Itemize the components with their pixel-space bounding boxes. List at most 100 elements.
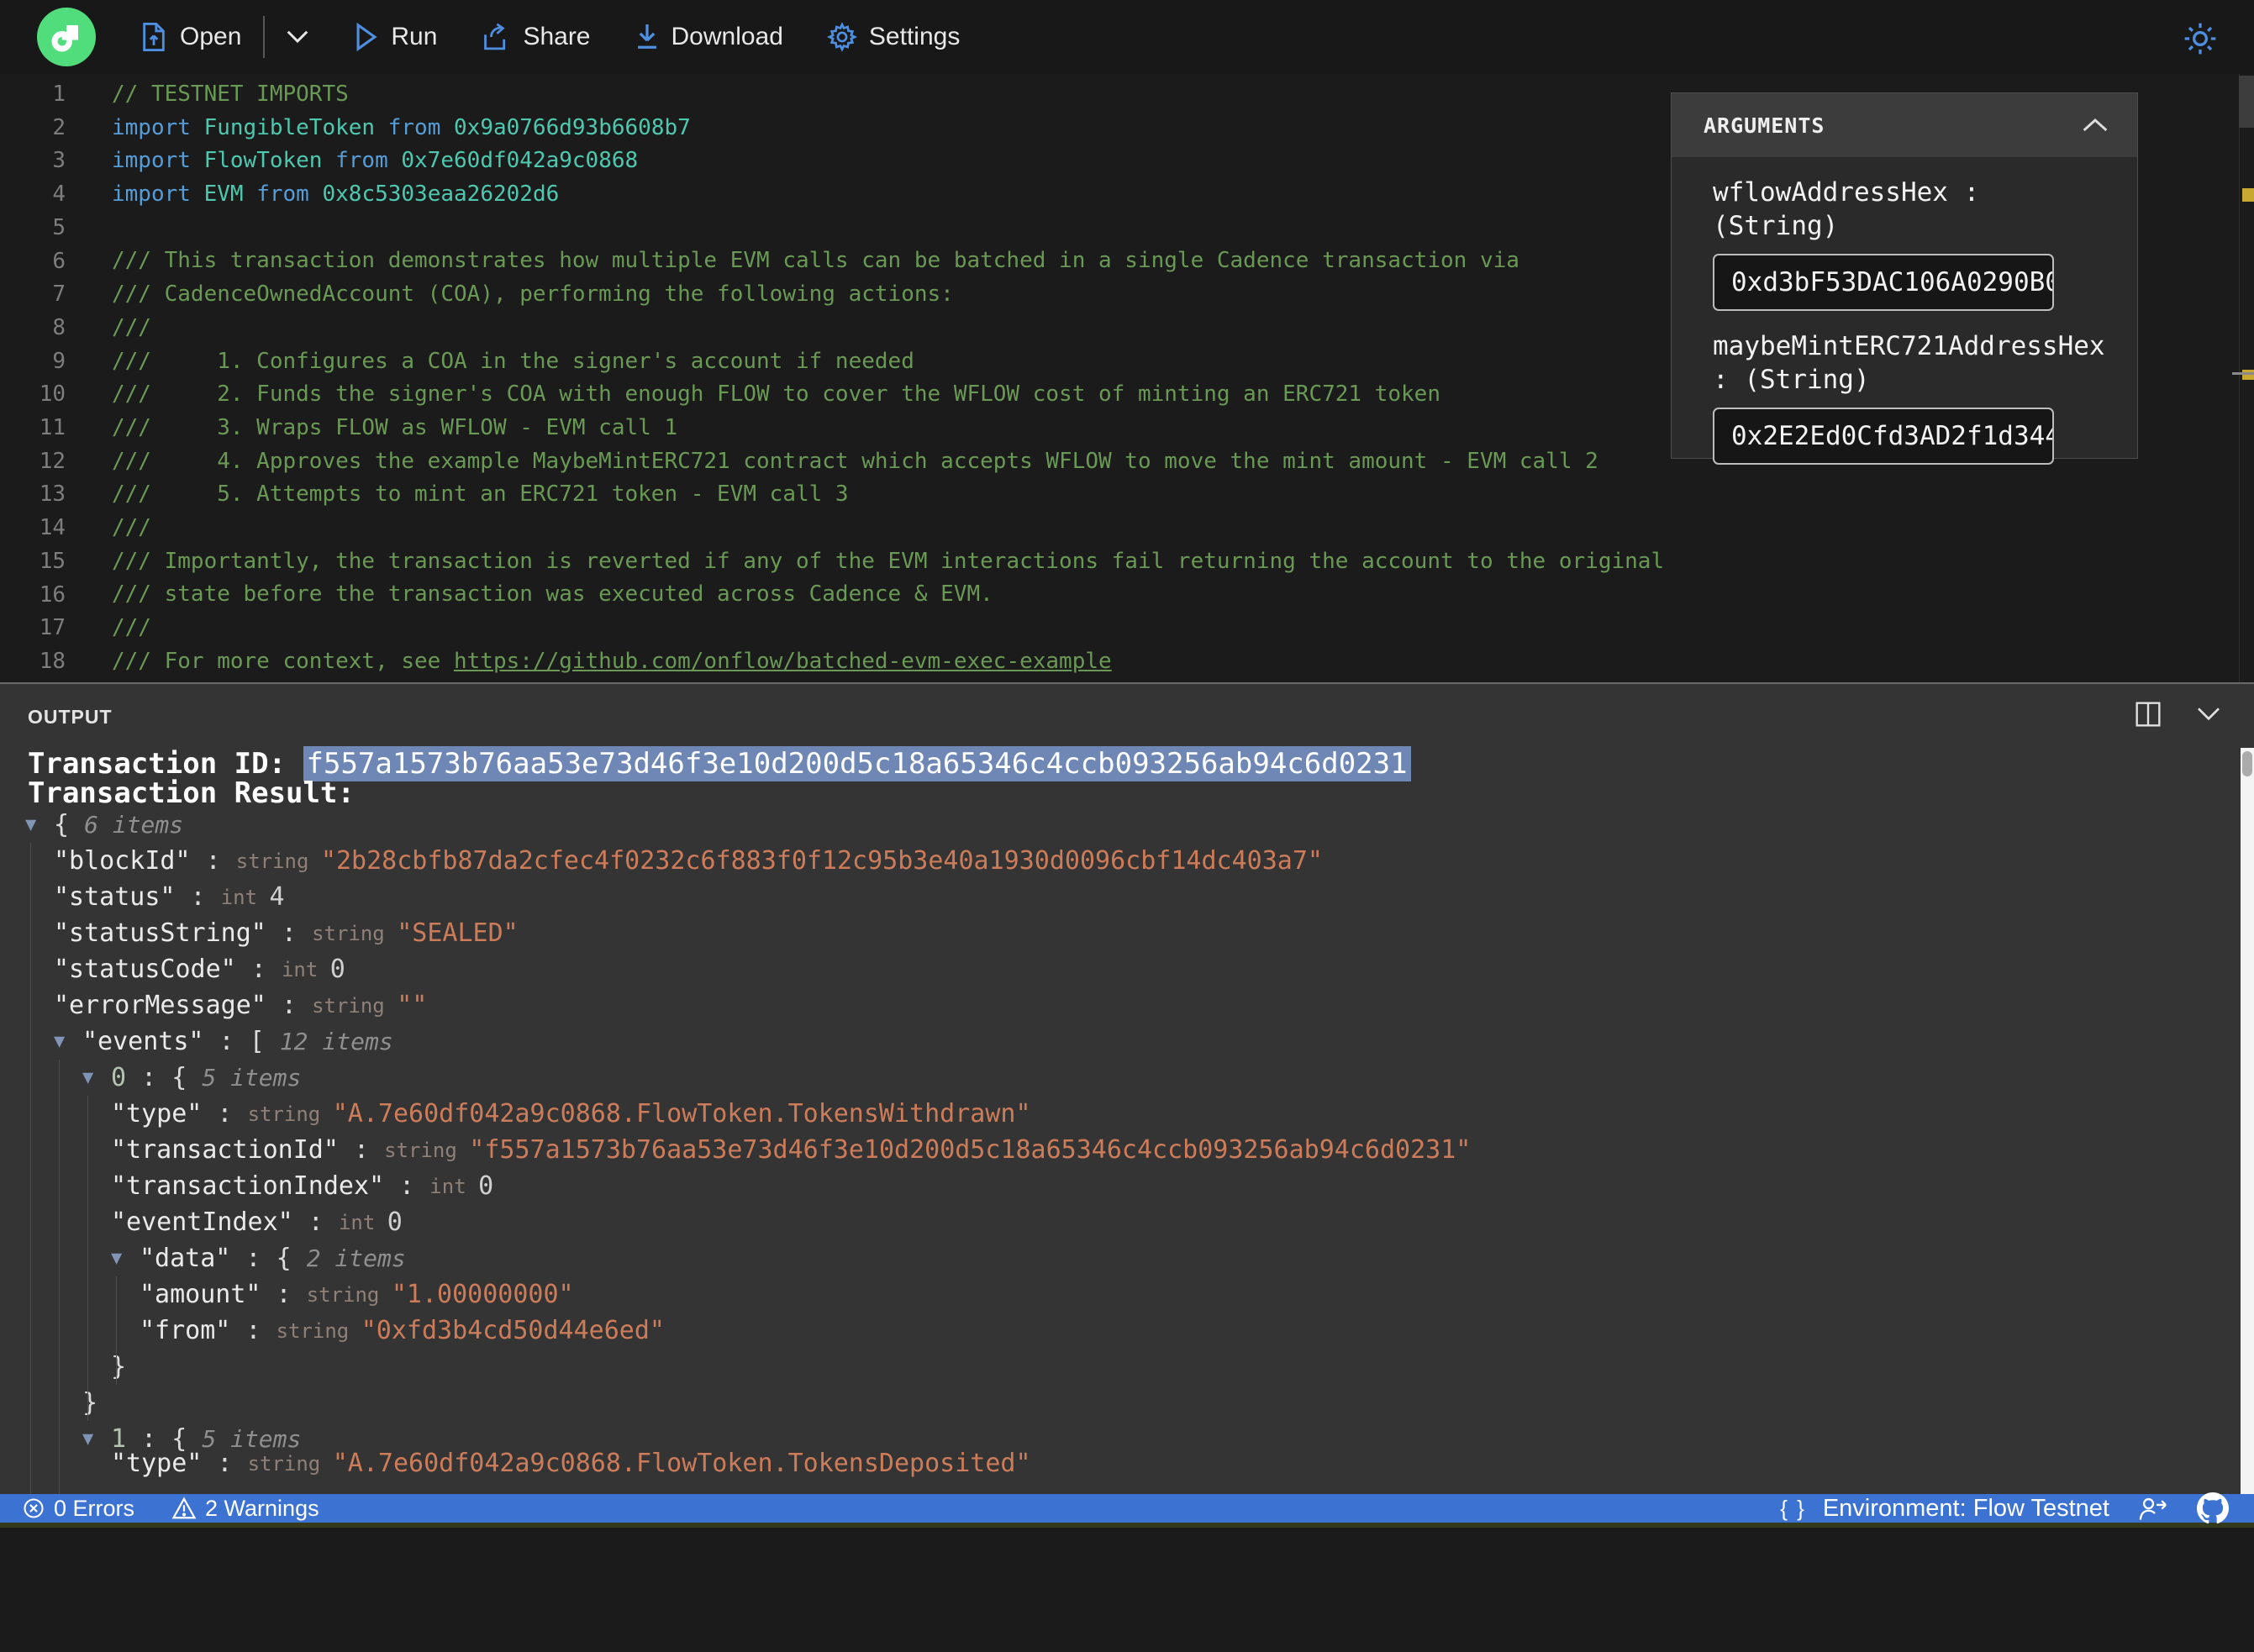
json-colon: : [202,1449,248,1478]
share-icon [484,23,506,50]
code-editor[interactable]: 1 2 3 4 5 6 7 8 9 10 11 12 13 14 15 16 17 18 // TESTNET I… [0,74,2254,682]
code-token: 0x8c5303eaa26202d6 [322,182,560,208]
json-key: "statusString" [54,918,266,948]
json-row: ▼ 0 : { 5 items [0,1060,2236,1096]
json-type-label: string [235,849,321,873]
open-label: Open [180,23,242,50]
arguments-header[interactable]: ARGUMENTS [1672,93,2137,157]
json-key: "type" [111,1099,203,1129]
download-button[interactable]: Download [635,22,783,52]
json-type-label: string [247,1102,333,1126]
code-line: /// [112,612,1664,645]
environment-label: Environment: Flow Testnet [1822,1494,2109,1522]
code-link[interactable]: https://github.com/onflow/batched-evm-ex… [454,649,1112,674]
open-button[interactable]: Open [140,21,241,53]
json-close-brace: } [111,1352,127,1381]
open-file-icon [143,23,165,51]
code-line: // TESTNET IMPORTS [112,78,1664,112]
maybe-mint-erc721-address-input[interactable]: 0x2E2Ed0Cfd3AD2f1d34481... [1713,408,2054,465]
code-line: /// CadenceOwnedAccount (COA), performin… [112,278,1664,312]
json-colon: : [261,1280,307,1309]
output-chevron-down-icon[interactable] [2195,706,2222,723]
json-value: "f557a1573b76aa53e73d46f3e10d200d5c18a65… [469,1135,1472,1165]
code-line: /// 4. Approves the example MaybeMintERC… [112,445,1664,479]
download-label: Download [671,23,783,50]
code-line: import FlowToken from 0x7e60df042a9c0868 [112,145,1664,178]
code-token: from [256,182,323,208]
split-view-icon[interactable] [2135,701,2162,728]
json-row: "transactionIndex" : int 0 [0,1168,2236,1204]
code-token: /// This transaction demonstrates how mu… [112,248,1519,274]
code-line: /// 2. Funds the signer's COA with enoug… [112,378,1664,412]
flow-logo[interactable] [37,8,96,66]
json-type-label: int [338,1210,387,1234]
code-lines: // TESTNET IMPORTS import FungibleToken f… [112,78,1664,678]
output-scrollbar-track[interactable] [2241,748,2254,1496]
json-value: "A.7e60df042a9c0868.FlowToken.TokensWith… [332,1099,1031,1129]
json-row: "transactionId" : string "f557a1573b76aa… [0,1132,2236,1168]
settings-label: Settings [868,23,961,50]
output-scrollbar-thumb[interactable] [2242,751,2252,776]
code-token: FungibleToken [203,114,388,140]
person-share-icon[interactable] [2138,1496,2168,1521]
top-toolbar: Open Run Share Download Settings [0,0,2254,74]
line-number: 14 [39,515,66,541]
toolbar-separator [263,16,266,58]
json-key: "status" [54,882,176,912]
json-items-count: 5 items [202,1064,302,1092]
json-open-brace: { [276,1244,307,1273]
code-token: EVM [203,182,257,208]
json-type-label: string [306,1282,392,1307]
editor-scrollbar-thumb[interactable] [2239,76,2254,128]
code-line: /// 1. Configures a COA in the signer's … [112,345,1664,379]
collapse-chevron-up-icon[interactable] [2082,118,2109,133]
code-line: /// 3. Wraps FLOW as WFLOW - EVM call 1 [112,412,1664,445]
line-number: 2 [52,114,66,140]
settings-button[interactable]: Settings [826,22,961,52]
errors-status[interactable]: 0 Errors [22,1496,134,1522]
line-number: 9 [52,348,66,374]
wflow-address-input[interactable]: 0xd3bF53DAC106A0290B04... [1713,254,2054,311]
json-row: "status" : int 4 [0,879,2236,915]
expand-arrow-icon[interactable]: ▼ [54,1031,82,1052]
transaction-id-label: Transaction ID: [28,747,303,781]
json-type-label: string [384,1138,470,1162]
json-key: "statusCode" [54,955,236,984]
run-button[interactable]: Run [354,23,437,51]
editor-ruler-divider [2239,74,2240,682]
github-icon[interactable] [2197,1492,2229,1524]
download-icon [637,24,656,49]
indent-guide [59,1060,60,1497]
indent-guide [30,843,31,1497]
expand-arrow-icon[interactable]: ▼ [111,1248,140,1269]
expand-arrow-icon[interactable]: ▼ [82,1067,111,1088]
settings-gear-icon [826,22,857,52]
theme-toggle-button[interactable] [2182,20,2219,61]
expand-arrow-icon[interactable]: ▼ [82,1428,111,1449]
json-value: "1.00000000" [391,1280,574,1309]
transaction-id-value[interactable]: f557a1573b76aa53e73d46f3e10d200d5c18a653… [303,746,1411,781]
json-items-count: 6 items [84,811,184,839]
argument-block: wflowAddressHex : (String) 0xd3bF53DAC10… [1672,176,2137,311]
json-value: 0 [478,1171,494,1201]
json-key: "from" [140,1316,231,1345]
expand-arrow-icon[interactable]: ▼ [25,814,54,835]
json-key: "events" [82,1027,204,1056]
ruler-tick [2232,372,2254,375]
open-dropdown-button[interactable] [285,29,310,45]
line-number: 5 [52,214,66,240]
json-value: "SEALED" [397,918,519,948]
json-colon: : [202,1099,248,1129]
json-row: ▼ "data" : { 2 items [0,1240,2236,1276]
code-line: import FungibleToken from 0x9a0766d93b66… [112,112,1664,145]
json-row: "eventIndex" : int 0 [0,1204,2236,1240]
json-type-label: string [247,1451,333,1476]
json-row: "statusCode" : int 0 [0,951,2236,987]
json-key: "transactionIndex" [111,1171,385,1201]
code-line: /// [112,312,1664,345]
share-button[interactable]: Share [481,23,591,51]
warning-triangle-icon [171,1497,197,1519]
json-value: 0 [329,955,345,984]
warnings-status[interactable]: 2 Warnings [171,1496,319,1522]
